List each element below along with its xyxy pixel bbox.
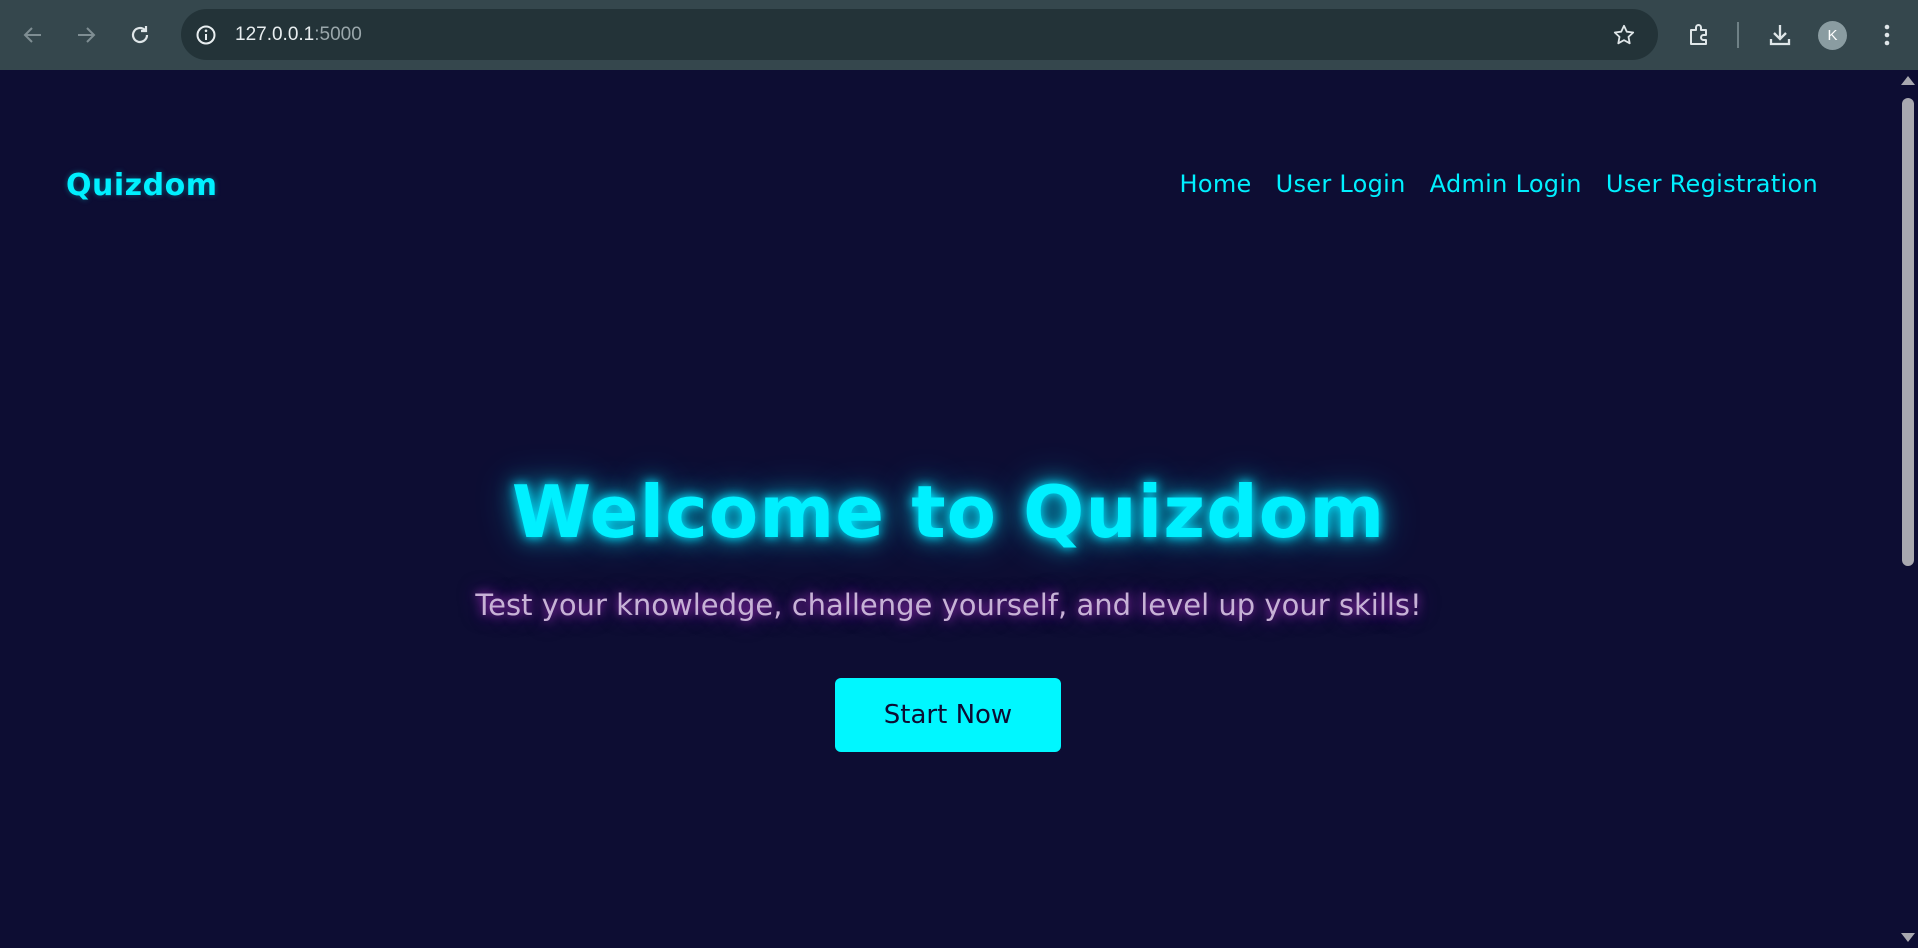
site-logo[interactable]: Quizdom xyxy=(66,168,217,203)
site-info-icon[interactable] xyxy=(193,22,219,48)
page-viewport: Quizdom Home User Login Admin Login User… xyxy=(0,70,1897,948)
nav-link-home[interactable]: Home xyxy=(1180,170,1252,198)
toolbar-divider xyxy=(1737,22,1739,48)
scroll-down-arrow-icon[interactable] xyxy=(1901,933,1915,942)
scroll-thumb[interactable] xyxy=(1902,98,1914,566)
url-port: :5000 xyxy=(314,24,362,45)
back-icon[interactable] xyxy=(15,17,51,53)
scroll-up-arrow-icon[interactable] xyxy=(1901,76,1915,85)
menu-kebab-icon[interactable] xyxy=(1869,17,1905,53)
nav-link-user-registration[interactable]: User Registration xyxy=(1606,170,1818,198)
profile-avatar[interactable]: K xyxy=(1818,21,1847,50)
download-icon[interactable] xyxy=(1762,17,1798,53)
extensions-icon[interactable] xyxy=(1681,17,1717,53)
vertical-scrollbar[interactable] xyxy=(1897,70,1918,948)
forward-icon[interactable] xyxy=(68,17,104,53)
browser-toolbar: 127.0.0.1:5000 K xyxy=(0,0,1918,70)
bookmark-star-icon[interactable] xyxy=(1610,21,1638,49)
reload-icon[interactable] xyxy=(122,17,158,53)
url-host: 127.0.0.1 xyxy=(235,24,315,45)
hero-title: Welcome to Quizdom xyxy=(511,470,1386,554)
nav-link-user-login[interactable]: User Login xyxy=(1276,170,1406,198)
hero-subtitle: Test your knowledge, challenge yourself,… xyxy=(475,588,1422,622)
site-nav: Home User Login Admin Login User Registr… xyxy=(1180,170,1819,198)
nav-link-admin-login[interactable]: Admin Login xyxy=(1430,170,1582,198)
start-now-button[interactable]: Start Now xyxy=(835,678,1061,752)
address-bar[interactable]: 127.0.0.1:5000 xyxy=(181,9,1658,60)
url-text[interactable]: 127.0.0.1:5000 xyxy=(235,9,362,60)
